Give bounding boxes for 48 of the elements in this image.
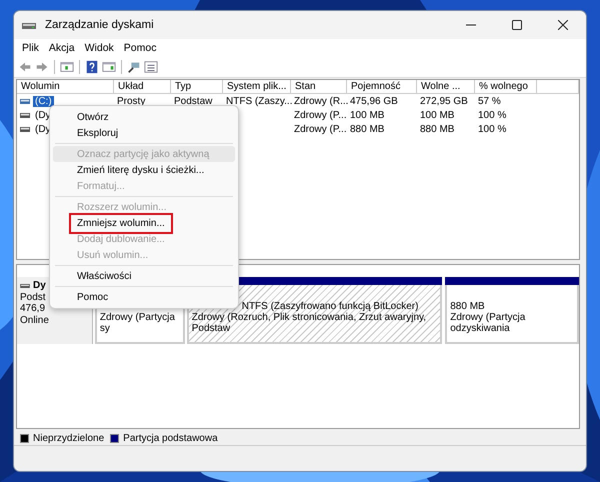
list-icon[interactable]	[144, 60, 158, 74]
menu-item[interactable]: Akcja	[44, 42, 80, 54]
table-cell: 57 %	[478, 96, 501, 106]
table-cell: Zdrowy (R...	[294, 96, 348, 106]
table-cell: Podstaw	[174, 96, 212, 106]
table-cell: 475,96 GB	[350, 96, 398, 106]
partition-info: 880 MB	[450, 301, 485, 312]
menu-item[interactable]: Otwórz	[53, 109, 235, 125]
table-cell: 880 MB	[420, 124, 454, 134]
close-icon[interactable]	[558, 20, 568, 30]
forward-arrow-icon[interactable]	[35, 60, 49, 74]
window-title: Zarządzanie dyskami	[45, 19, 155, 31]
menu-item[interactable]: Pomoc	[118, 42, 162, 54]
table-cell: 880 MB	[350, 124, 384, 134]
menu-item[interactable]: Widok	[80, 42, 119, 54]
table-cell: 100 %	[478, 110, 506, 120]
disk-info: 476,9	[20, 303, 46, 314]
table-cell: 272,95 GB	[420, 96, 468, 106]
help-icon[interactable]	[85, 60, 99, 74]
maximize-icon[interactable]	[512, 20, 522, 30]
partition-info: Zdrowy (Rozruch, Plik stronicowania, Zrzut awaryjny, Podstaw	[192, 312, 428, 334]
table-cell: Zdrowy (P...	[294, 110, 347, 120]
table-cell: 100 %	[478, 124, 506, 134]
menu-item[interactable]: Właściwości	[53, 268, 235, 284]
action-pane-icon[interactable]	[102, 60, 116, 74]
partition-info: Zdrowy (Partycja sy	[100, 312, 176, 334]
partition-block[interactable]: NTFS (Zaszyfrowano funkcją BitLocker) Zdrowy (Rozruch, Plik stronicowania, Zrzut awaryjny, Podstaw	[186, 285, 442, 344]
menu-item[interactable]: Eksploruj	[53, 125, 235, 141]
connect-icon[interactable]	[127, 60, 141, 74]
partition-info: Zdrowy (Partycja odzyskiwania	[450, 312, 526, 334]
menu-item[interactable]: Zmniejsz wolumin...	[53, 215, 235, 231]
table-cell: Zdrowy (P...	[294, 124, 347, 134]
legend-label: Nieprzydzielone	[33, 432, 104, 444]
table-cell: 100 MB	[420, 110, 454, 120]
disk-info: Online	[20, 314, 50, 326]
table-cell: Prosty	[117, 96, 146, 106]
table-cell: 100 MB	[350, 110, 384, 120]
menu-item[interactable]: Plik	[17, 42, 44, 54]
disk-name: Dy	[33, 280, 46, 292]
legend-label: Partycja podstawowa	[123, 432, 218, 444]
partition-block[interactable]: 880 MB Zdrowy (Partycja odzyskiwania	[445, 285, 579, 344]
volume-name[interactable]: (C:)	[33, 96, 54, 106]
menu-item[interactable]: Zmień literę dysku i ścieżki...	[53, 162, 235, 178]
partition-info: NTFS (Zaszyfrowano funkcją BitLocker)	[242, 301, 418, 312]
console-tree-icon[interactable]	[60, 60, 74, 74]
table-cell: NTFS (Zaszy...	[226, 96, 292, 106]
disk-icon	[20, 284, 30, 288]
back-arrow-icon[interactable]	[18, 60, 32, 74]
